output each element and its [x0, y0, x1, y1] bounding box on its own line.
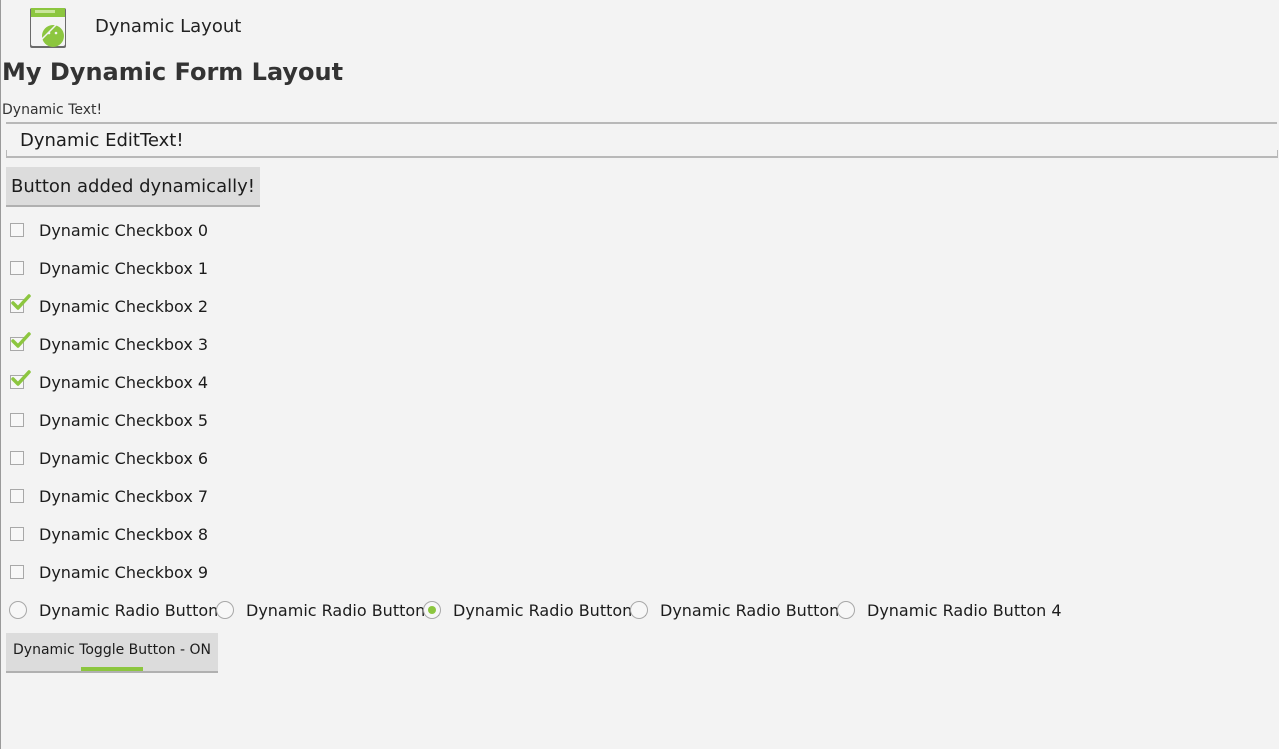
checkbox-label: Dynamic Checkbox 9	[39, 563, 209, 582]
checkbox-list: Dynamic Checkbox 0 Dynamic Checkbox 1 Dy…	[1, 211, 601, 591]
checkbox-label: Dynamic Checkbox 8	[39, 525, 209, 544]
radio-label: Dynamic Radio Button 1	[246, 601, 441, 620]
checkmark-icon	[11, 294, 31, 310]
app-title: Dynamic Layout	[95, 16, 242, 37]
radio-circle[interactable]	[9, 601, 27, 619]
checkbox-label: Dynamic Checkbox 3	[39, 335, 209, 354]
checkbox-item-6[interactable]: Dynamic Checkbox 6	[1, 439, 601, 477]
edit-text-edge-right	[1277, 150, 1278, 158]
radio-label: Dynamic Radio Button 4	[867, 601, 1062, 620]
checkbox-label: Dynamic Checkbox 0	[39, 221, 209, 240]
checkbox-item-0[interactable]: Dynamic Checkbox 0	[1, 211, 601, 249]
radio-group: Dynamic Radio Button 0 Dynamic Radio But…	[1, 591, 1101, 629]
checkbox-label: Dynamic Checkbox 6	[39, 449, 209, 468]
checkbox-box[interactable]	[10, 489, 24, 503]
checkbox-item-4[interactable]: Dynamic Checkbox 4	[1, 363, 601, 401]
checkbox-item-1[interactable]: Dynamic Checkbox 1	[1, 249, 601, 287]
action-bar: Dynamic Layout	[1, 0, 1279, 56]
form-title: My Dynamic Form Layout	[2, 58, 344, 86]
radio-circle[interactable]	[423, 601, 441, 619]
checkbox-item-3[interactable]: Dynamic Checkbox 3	[1, 325, 601, 363]
radio-circle[interactable]	[837, 601, 855, 619]
checkbox-box[interactable]	[10, 565, 24, 579]
checkbox-label: Dynamic Checkbox 5	[39, 411, 209, 430]
checkbox-box[interactable]	[10, 223, 24, 237]
toggle-on-indicator	[81, 667, 143, 671]
checkbox-item-7[interactable]: Dynamic Checkbox 7	[1, 477, 601, 515]
toggle-button[interactable]: Dynamic Toggle Button - ON	[6, 633, 218, 673]
checkbox-box[interactable]	[10, 527, 24, 541]
toggle-button-label: Dynamic Toggle Button - ON	[13, 642, 211, 658]
checkbox-label: Dynamic Checkbox 7	[39, 487, 209, 506]
checkbox-item-5[interactable]: Dynamic Checkbox 5	[1, 401, 601, 439]
dynamic-text-label: Dynamic Text!	[2, 102, 103, 118]
radio-selected-dot	[428, 606, 436, 614]
checkbox-item-8[interactable]: Dynamic Checkbox 8	[1, 515, 601, 553]
checkbox-box[interactable]	[10, 451, 24, 465]
checkbox-label: Dynamic Checkbox 2	[39, 297, 209, 316]
checkmark-icon	[11, 332, 31, 348]
radio-label: Dynamic Radio Button 3	[660, 601, 855, 620]
checkmark-icon	[11, 370, 31, 386]
radio-label: Dynamic Radio Button 0	[39, 601, 234, 620]
checkbox-item-9[interactable]: Dynamic Checkbox 9	[1, 553, 601, 591]
radio-label: Dynamic Radio Button 2	[453, 601, 648, 620]
checkbox-item-2[interactable]: Dynamic Checkbox 2	[1, 287, 601, 325]
checkbox-box[interactable]	[10, 413, 24, 427]
android-app-icon[interactable]	[29, 6, 67, 48]
edit-text-edge-left	[6, 150, 7, 158]
checkbox-box[interactable]	[10, 261, 24, 275]
radio-circle[interactable]	[630, 601, 648, 619]
dynamic-edit-text[interactable]	[6, 122, 1277, 158]
checkbox-label: Dynamic Checkbox 4	[39, 373, 209, 392]
checkbox-label: Dynamic Checkbox 1	[39, 259, 209, 278]
radio-circle[interactable]	[216, 601, 234, 619]
dynamic-button[interactable]: Button added dynamically!	[6, 167, 260, 207]
